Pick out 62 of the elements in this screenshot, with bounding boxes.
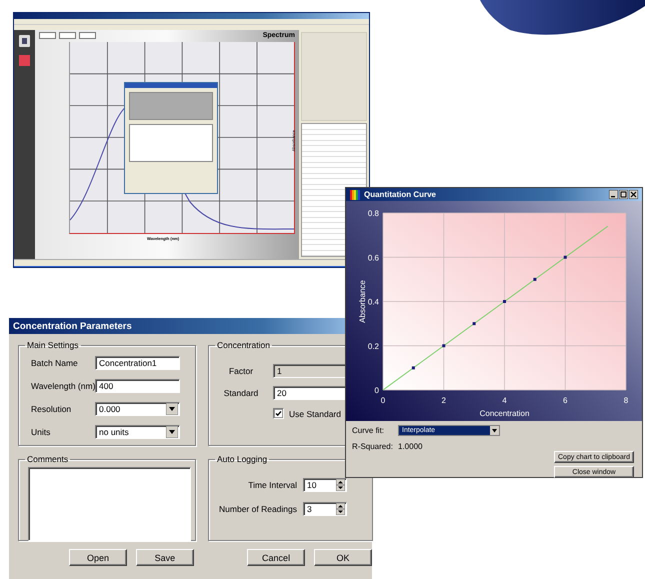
field-label: Number of Readings — [218, 504, 297, 514]
clipboard-icon[interactable] — [19, 35, 30, 47]
field-label: Batch Name — [31, 358, 79, 368]
dropdown-arrow-icon[interactable] — [490, 426, 499, 435]
field-label: Standard — [222, 388, 260, 398]
y-axis-title: Absorbance — [358, 280, 367, 323]
data-point — [472, 322, 476, 326]
checkbox[interactable] — [273, 408, 284, 419]
field-label: Curve fit: — [352, 426, 386, 435]
input-field[interactable]: 20 — [273, 386, 347, 400]
tick-label: 0 — [380, 396, 386, 405]
toolbar-button[interactable] — [39, 32, 56, 38]
group-title: Main Settings — [26, 340, 80, 350]
group-title: Concentration — [216, 340, 271, 350]
field-label: Resolution — [31, 404, 72, 414]
tick-label: 0.8 — [368, 209, 379, 218]
r-squared-value: 1.0000 — [398, 442, 424, 451]
minimize-icon[interactable] — [609, 190, 618, 199]
dialog-button[interactable]: Cancel — [247, 549, 306, 566]
tick-label: 0.2 — [368, 342, 379, 351]
data-point — [533, 278, 536, 281]
spinner-arrows-icon[interactable] — [336, 479, 345, 491]
data-point — [442, 344, 446, 348]
toolbar-button[interactable] — [59, 32, 76, 38]
dialog-title: Concentration Parameters — [13, 320, 132, 332]
data-point — [564, 256, 567, 259]
group-title: Comments — [26, 454, 70, 464]
dropdown-arrow-icon[interactable] — [166, 403, 178, 415]
input-field[interactable]: Concentration1 — [95, 356, 180, 370]
spin-field[interactable]: 3 — [303, 502, 347, 516]
app-logo-icon — [350, 190, 360, 200]
input-field[interactable]: 400 — [95, 379, 180, 393]
dialog-button[interactable]: Save — [136, 549, 194, 566]
dialog-button[interactable]: OK — [314, 549, 372, 566]
data-point — [503, 300, 506, 303]
window-title: Quantitation Curve — [364, 190, 436, 199]
spinner-arrows-icon[interactable] — [336, 503, 345, 515]
data-point — [412, 366, 415, 370]
field-label: Factor — [228, 366, 254, 376]
dropdown[interactable]: 0.000 — [95, 402, 180, 416]
dropdown[interactable]: no units — [95, 425, 180, 439]
spin-field[interactable]: 10 — [303, 478, 347, 492]
field-label: R-Squared: — [352, 442, 394, 451]
x-axis-title: Concentration — [480, 409, 530, 418]
group-title: Auto Logging — [216, 454, 268, 464]
maximize-icon[interactable] — [619, 190, 628, 199]
comments-field[interactable] — [28, 467, 191, 541]
tick-label: 0.6 — [368, 253, 379, 262]
field-label: Wavelength (nm) — [31, 381, 95, 391]
field-label: Time Interval — [247, 480, 297, 490]
dropdown-arrow-icon[interactable] — [166, 426, 178, 438]
close-icon[interactable] — [629, 190, 638, 199]
tick-label: 4 — [502, 396, 507, 405]
tick-label: 2 — [442, 396, 446, 405]
tick-label: 6 — [563, 396, 568, 405]
dialog-button[interactable]: Open — [69, 549, 128, 566]
toolbar-button[interactable] — [79, 32, 96, 38]
checkbox-label: Use Standard — [289, 408, 341, 418]
tick-label: 0.4 — [368, 298, 379, 306]
tick-label: 8 — [624, 396, 628, 405]
tick-label: 0 — [374, 386, 379, 395]
field-label: Units — [31, 427, 52, 437]
